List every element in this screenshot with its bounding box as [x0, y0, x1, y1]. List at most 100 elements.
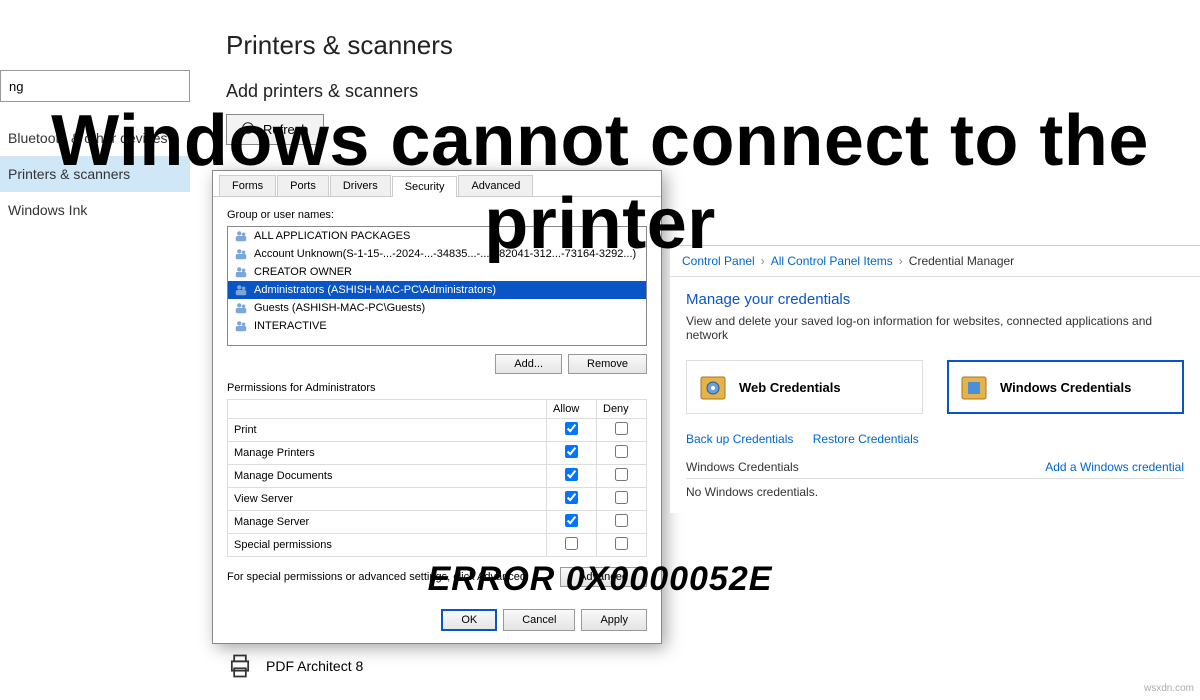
deny-checkbox[interactable]: [615, 514, 628, 527]
safe-windows-icon: [958, 371, 990, 403]
cred-description: View and delete your saved log-on inform…: [686, 314, 1184, 342]
permission-row: Manage Printers: [228, 442, 647, 465]
deny-checkbox[interactable]: [615, 422, 628, 435]
sidebar-item[interactable]: Windows Ink: [0, 192, 190, 228]
allow-checkbox[interactable]: [565, 514, 578, 527]
tab-forms[interactable]: Forms: [219, 175, 276, 196]
user-name: ALL APPLICATION PACKAGES: [254, 230, 410, 242]
security-tab-body: Group or user names: ALL APPLICATION PAC…: [213, 197, 661, 599]
add-button[interactable]: Add...: [495, 354, 562, 374]
advanced-button[interactable]: Advanced: [560, 567, 647, 587]
cred-title: Manage your credentials: [686, 291, 1184, 308]
printer-icon: [226, 652, 254, 680]
user-row[interactable]: Account Unknown(S-1-15-...-2024-...-3483…: [228, 245, 646, 263]
web-credentials-tile[interactable]: Web Credentials: [686, 360, 923, 414]
user-row[interactable]: Administrators (ASHISH-MAC-PC\Administra…: [228, 281, 646, 299]
settings-sidebar: Bluetooth & other devicesPrinters & scan…: [0, 70, 190, 228]
permissions-label: Permissions for Administrators: [227, 382, 647, 394]
allow-checkbox[interactable]: [565, 445, 578, 458]
printer-name: PDF Architect 8: [266, 658, 363, 674]
sidebar-item[interactable]: Bluetooth & other devices: [0, 120, 190, 156]
restore-credentials-link[interactable]: Restore Credentials: [813, 432, 919, 446]
users-icon: [234, 283, 248, 297]
cred-section-title: Windows Credentials: [686, 460, 799, 474]
deny-checkbox[interactable]: [615, 445, 628, 458]
refresh-icon: [241, 121, 255, 138]
allow-checkbox[interactable]: [565, 422, 578, 435]
settings-main: Printers & scanners Add printers & scann…: [226, 30, 826, 145]
bc-control-panel[interactable]: Control Panel: [682, 254, 755, 268]
user-row[interactable]: Guests (ASHISH-MAC-PC\Guests): [228, 299, 646, 317]
remove-button[interactable]: Remove: [568, 354, 647, 374]
perm-name: Special permissions: [228, 534, 547, 557]
deny-checkbox[interactable]: [615, 491, 628, 504]
watermark: wsxdn.com: [1144, 683, 1194, 694]
perm-name: Print: [228, 419, 547, 442]
perm-name: Manage Documents: [228, 465, 547, 488]
users-icon: [234, 319, 248, 333]
user-name: Account Unknown(S-1-15-...-2024-...-3483…: [254, 248, 636, 260]
user-name: Administrators (ASHISH-MAC-PC\Administra…: [254, 284, 496, 296]
backup-credentials-link[interactable]: Back up Credentials: [686, 432, 793, 446]
page-title: Printers & scanners: [226, 30, 826, 61]
bc-all-items[interactable]: All Control Panel Items: [771, 254, 893, 268]
tab-ports[interactable]: Ports: [277, 175, 329, 196]
cancel-button[interactable]: Cancel: [503, 609, 575, 631]
perm-name: Manage Server: [228, 511, 547, 534]
add-credential-link[interactable]: Add a Windows credential: [1045, 460, 1184, 474]
tab-drivers[interactable]: Drivers: [330, 175, 391, 196]
printer-properties-dialog: FormsPortsDriversSecurityAdvanced Group …: [212, 170, 662, 644]
deny-checkbox[interactable]: [615, 537, 628, 550]
deny-checkbox[interactable]: [615, 468, 628, 481]
dialog-footer: OK Cancel Apply: [213, 599, 661, 643]
windows-credentials-tile[interactable]: Windows Credentials: [947, 360, 1184, 414]
allow-checkbox[interactable]: [565, 491, 578, 504]
permission-row: Print: [228, 419, 647, 442]
safe-icon: [697, 371, 729, 403]
users-icon: [234, 265, 248, 279]
dialog-tabs: FormsPortsDriversSecurityAdvanced: [213, 171, 661, 197]
web-cred-label: Web Credentials: [739, 380, 841, 395]
special-permissions-text: For special permissions or advanced sett…: [227, 571, 529, 583]
ok-button[interactable]: OK: [441, 609, 497, 631]
user-name: CREATOR OWNER: [254, 266, 352, 278]
bc-current: Credential Manager: [909, 254, 1014, 268]
section-title: Add printers & scanners: [226, 81, 826, 102]
permission-row: Manage Documents: [228, 465, 647, 488]
cred-empty-text: No Windows credentials.: [686, 485, 1184, 499]
chevron-right-icon: ›: [899, 254, 903, 268]
users-icon: [234, 301, 248, 315]
user-list[interactable]: ALL APPLICATION PACKAGES Account Unknown(…: [227, 226, 647, 346]
breadcrumb: Control Panel › All Control Panel Items …: [670, 246, 1200, 277]
users-icon: [234, 247, 248, 261]
allow-checkbox[interactable]: [565, 468, 578, 481]
permissions-table: Allow Deny PrintManage PrintersManage Do…: [227, 399, 647, 557]
refresh-label: Refresh: [263, 122, 309, 137]
user-name: INTERACTIVE: [254, 320, 327, 332]
user-name: Guests (ASHISH-MAC-PC\Guests): [254, 302, 425, 314]
refresh-button[interactable]: Refresh: [226, 114, 324, 145]
sidebar-item[interactable]: Printers & scanners: [0, 156, 190, 192]
user-row[interactable]: INTERACTIVE: [228, 317, 646, 335]
permission-row: Special permissions: [228, 534, 647, 557]
allow-checkbox[interactable]: [565, 537, 578, 550]
group-user-label: Group or user names:: [227, 209, 647, 221]
win-cred-label: Windows Credentials: [1000, 380, 1131, 395]
search-input[interactable]: [9, 79, 185, 94]
permission-row: View Server: [228, 488, 647, 511]
credential-manager-window: Control Panel › All Control Panel Items …: [670, 245, 1200, 513]
tab-advanced[interactable]: Advanced: [458, 175, 533, 196]
perm-name: View Server: [228, 488, 547, 511]
printer-list-item[interactable]: PDF Architect 8: [226, 652, 363, 680]
chevron-right-icon: ›: [761, 254, 765, 268]
col-deny: Deny: [597, 400, 647, 419]
users-icon: [234, 229, 248, 243]
col-allow: Allow: [547, 400, 597, 419]
user-row[interactable]: ALL APPLICATION PACKAGES: [228, 227, 646, 245]
settings-search[interactable]: [0, 70, 190, 102]
apply-button[interactable]: Apply: [581, 609, 647, 631]
user-row[interactable]: CREATOR OWNER: [228, 263, 646, 281]
tab-security[interactable]: Security: [392, 176, 458, 197]
perm-name: Manage Printers: [228, 442, 547, 465]
permission-row: Manage Server: [228, 511, 647, 534]
